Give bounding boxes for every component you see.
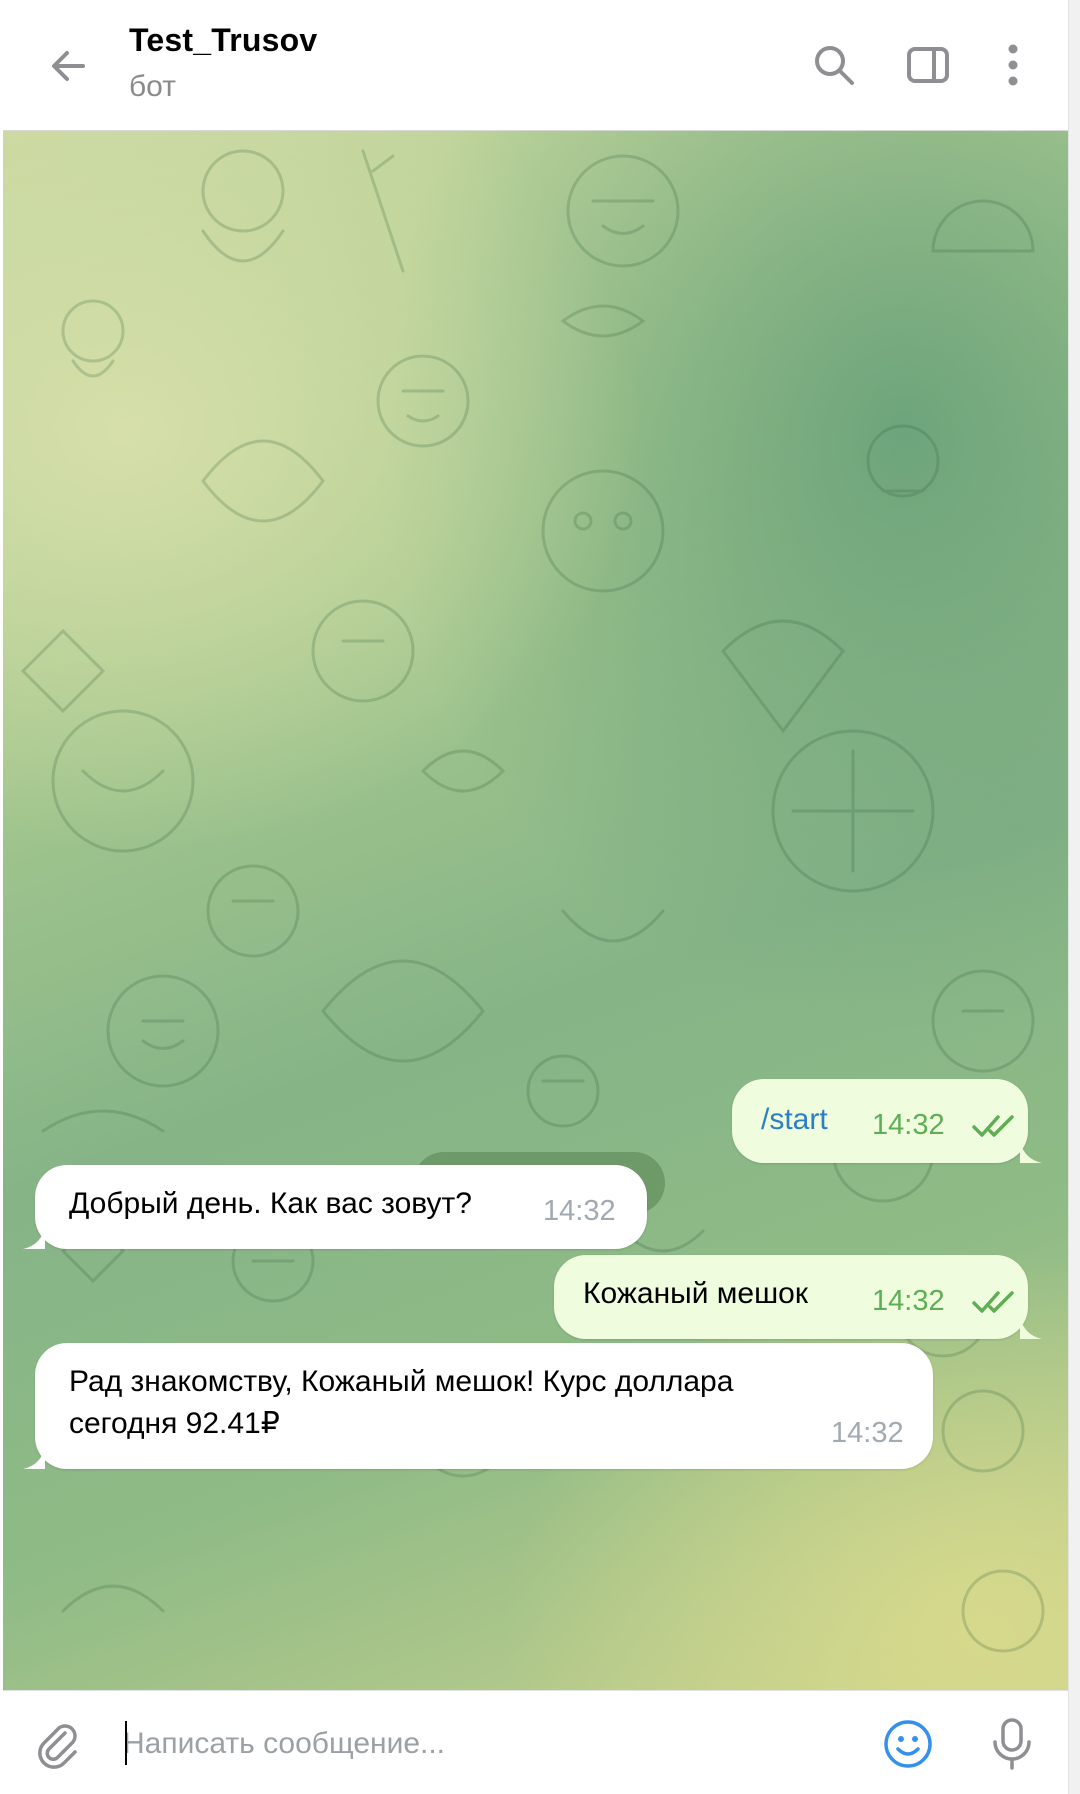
message-time: 14:32 (543, 1195, 616, 1227)
bot-command-link[interactable]: /start (761, 1103, 828, 1136)
outgoing-message[interactable]: Кожаный мешок 14:32 (554, 1255, 1028, 1339)
chat-title[interactable]: Test_Trusov (129, 22, 317, 59)
message-text-line: сегодня 92.41₽ (69, 1407, 280, 1440)
incoming-message[interactable]: Рад знакомству, Кожаный мешок! Курс долл… (35, 1343, 933, 1469)
read-double-check-icon (972, 1115, 1014, 1137)
sidebar-toggle-button[interactable] (893, 30, 963, 100)
outgoing-message[interactable]: /start 14:32 (732, 1079, 1028, 1163)
bubble-tail (1020, 1141, 1042, 1163)
voice-record-button[interactable] (977, 1709, 1047, 1779)
paperclip-icon (38, 1724, 77, 1769)
message-text[interactable]: /start (761, 1099, 828, 1141)
bubble-tail (23, 1447, 45, 1469)
bubble-tail (23, 1227, 45, 1249)
message-list[interactable]: 27 сентября /start 14:32 Добрый день. Ка… (3, 131, 1068, 1690)
window-scrollbar-track[interactable] (1068, 0, 1080, 1794)
emoji-button[interactable] (873, 1709, 943, 1779)
sidebar-panel-icon (907, 47, 949, 83)
chat-subtitle: бот (129, 70, 176, 103)
incoming-message[interactable]: Добрый день. Как вас зовут? 14:32 (35, 1165, 647, 1249)
bubble-tail (1020, 1317, 1042, 1339)
more-menu-button[interactable] (978, 30, 1048, 100)
message-text: Добрый день. Как вас зовут? (69, 1187, 472, 1220)
message-composer (3, 1690, 1068, 1794)
chat-header: Test_Trusov бот (3, 0, 1068, 131)
message-input[interactable] (121, 1713, 845, 1775)
microphone-icon (993, 1718, 1031, 1770)
search-icon (815, 46, 854, 85)
message-text-line: Рад знакомству, Кожаный мешок! Курс долл… (69, 1365, 734, 1398)
more-vertical-icon (1008, 44, 1018, 86)
attach-button[interactable] (25, 1711, 93, 1779)
message-time: 14:32 (831, 1417, 904, 1449)
read-double-check-icon (972, 1291, 1014, 1313)
text-cursor (125, 1721, 127, 1765)
telegram-chat-window: Test_Trusov бот /start 14:32 Добрый день… (0, 0, 1080, 1794)
emoji-icon (884, 1720, 932, 1768)
back-button[interactable] (33, 30, 105, 102)
message-text: Кожаный мешок (583, 1277, 808, 1310)
back-arrow-icon (52, 51, 85, 81)
message-time: 14:32 (872, 1285, 945, 1317)
message-time: 14:32 (872, 1109, 945, 1141)
search-button[interactable] (799, 30, 869, 100)
